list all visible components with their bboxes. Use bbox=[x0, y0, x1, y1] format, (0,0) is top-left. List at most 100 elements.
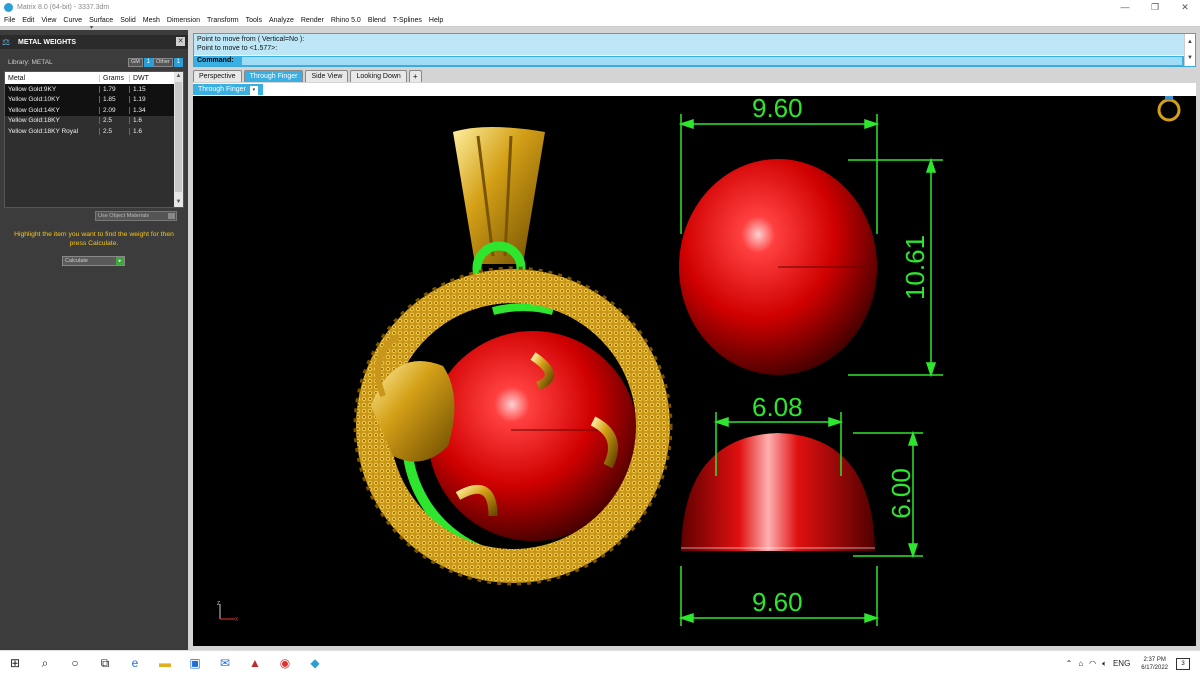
panel-close-button[interactable]: ✕ bbox=[176, 37, 185, 46]
tab-perspective[interactable]: Perspective bbox=[193, 70, 242, 82]
search-icon[interactable]: ⌕ bbox=[30, 651, 60, 675]
menu-help[interactable]: Help bbox=[429, 17, 443, 24]
menu-edit[interactable]: Edit bbox=[22, 17, 34, 24]
task-view-icon[interactable]: ⧉ bbox=[90, 651, 120, 675]
use-object-materials-toggle[interactable]: Use Object Materials bbox=[95, 211, 177, 221]
command-prompt: Command: bbox=[197, 57, 234, 64]
tab-side-view[interactable]: Side View bbox=[305, 70, 349, 82]
cell-grams: 2.09 bbox=[99, 106, 129, 114]
viewport-name: Through Finger bbox=[198, 86, 246, 93]
dim-top-width: 9.60 bbox=[752, 96, 803, 123]
menu-blend[interactable]: Blend bbox=[368, 17, 386, 24]
chevron-down-icon[interactable]: ▾ bbox=[249, 86, 258, 95]
through-finger-viewport[interactable]: 9.60 10.61 6.08 6.00 9.60 Z X bbox=[193, 96, 1196, 646]
app-icon bbox=[4, 2, 13, 12]
tab-looking-down[interactable]: Looking Down bbox=[350, 70, 407, 82]
menu-solid[interactable]: Solid bbox=[120, 17, 136, 24]
table-header: Metal Grams DWT bbox=[5, 72, 183, 84]
mail-icon[interactable]: ✉ bbox=[210, 651, 240, 675]
command-line: Command: bbox=[194, 56, 1184, 66]
table-row[interactable]: Yellow Gold:14KY 2.09 1.34 bbox=[5, 105, 183, 116]
window-title: Matrix 8.0 (64-bit) - 3337.3dm bbox=[17, 3, 110, 11]
library-label: Library: METAL bbox=[8, 59, 53, 66]
menu-tools[interactable]: Tools bbox=[246, 17, 262, 24]
menu-view[interactable]: View bbox=[41, 17, 56, 24]
table-row[interactable]: Yellow Gold:10KY 1.85 1.19 bbox=[5, 94, 183, 105]
scroll-up-icon[interactable]: ▲ bbox=[1185, 34, 1195, 50]
axis-z-label: Z bbox=[217, 601, 221, 607]
other-toggle-box[interactable]: 1 bbox=[173, 57, 183, 67]
scroll-up-icon[interactable]: ▲ bbox=[174, 72, 183, 81]
cell-dwt: 1.15 bbox=[129, 85, 169, 93]
cell-dwt: 1.6 bbox=[129, 117, 169, 125]
menu-curve[interactable]: Curve bbox=[63, 17, 82, 24]
metal-table: Metal Grams DWT Yellow Gold:9KY 1.79 1.1… bbox=[4, 71, 184, 208]
panel-header: ⚖ METAL WEIGHTS ✕ bbox=[0, 35, 188, 49]
menu-surface[interactable]: Surface bbox=[89, 17, 113, 24]
ring-navigator-icon[interactable] bbox=[1157, 98, 1181, 122]
store-icon[interactable]: ▣ bbox=[180, 651, 210, 675]
language-indicator[interactable]: ENG bbox=[1113, 659, 1130, 668]
clock-time: 2:37 PM bbox=[1143, 656, 1166, 663]
file-explorer-icon[interactable]: ▬ bbox=[150, 651, 180, 675]
scroll-down-icon[interactable]: ▼ bbox=[1185, 50, 1195, 66]
calculate-label: Calculate bbox=[65, 258, 88, 264]
clock[interactable]: 2:37 PM 6/17/2022 bbox=[1141, 656, 1168, 672]
menu-dimension[interactable]: Dimension bbox=[167, 17, 200, 24]
cell-grams: 2.5 bbox=[99, 127, 129, 135]
notification-icon[interactable]: 3 bbox=[1176, 657, 1190, 670]
dim-bottom-width: 9.60 bbox=[752, 587, 803, 617]
command-input[interactable] bbox=[242, 57, 1182, 65]
dim-height-top: 10.61 bbox=[900, 234, 931, 301]
scroll-thumb[interactable] bbox=[175, 82, 182, 192]
other-toggle-label: Other bbox=[153, 57, 173, 67]
viewport-label[interactable]: Through Finger ▾ bbox=[193, 84, 263, 95]
menu-file[interactable]: File bbox=[4, 17, 15, 24]
menu-mesh[interactable]: Mesh bbox=[143, 17, 160, 24]
close-button[interactable]: ✕ bbox=[1170, 0, 1200, 14]
volume-icon[interactable]: 🔈︎ bbox=[1102, 659, 1107, 669]
command-scrollbar[interactable]: ▲ ▼ bbox=[1184, 34, 1195, 66]
start-button[interactable]: ⊞ bbox=[0, 651, 30, 675]
maximize-button[interactable]: ❐ bbox=[1140, 0, 1170, 14]
table-row[interactable]: Yellow Gold:9KY 1.79 1.15 bbox=[5, 84, 183, 95]
instruction-text: Highlight the item you want to find the … bbox=[14, 231, 174, 247]
menu-analyze[interactable]: Analyze bbox=[269, 17, 294, 24]
axis-x-label: X bbox=[235, 617, 239, 623]
menu-render[interactable]: Render bbox=[301, 17, 324, 24]
table-scrollbar[interactable]: ▲ ▼ bbox=[174, 72, 183, 207]
cell-dwt: 1.34 bbox=[129, 106, 169, 114]
menu-rhino[interactable]: Rhino 5.0 bbox=[331, 17, 361, 24]
tab-through-finger[interactable]: Through Finger bbox=[243, 70, 304, 82]
table-row[interactable]: Yellow Gold:18KY 2.5 1.6 bbox=[5, 116, 183, 127]
network-icon[interactable]: ⌂ bbox=[1078, 659, 1083, 668]
menu-tsplines[interactable]: T-Splines bbox=[393, 17, 422, 24]
gm-toggle-box[interactable]: 1 bbox=[143, 57, 153, 67]
column-metal[interactable]: Metal bbox=[5, 75, 99, 82]
use-object-materials-checkbox[interactable] bbox=[168, 213, 175, 219]
gm-toggle[interactable]: GM 1 bbox=[128, 57, 153, 67]
other-toggle[interactable]: Other 1 bbox=[153, 57, 183, 67]
command-history bbox=[194, 34, 1184, 55]
add-tab-button[interactable]: + bbox=[408, 70, 422, 82]
wifi-icon[interactable]: ◠ bbox=[1089, 659, 1096, 668]
edge-icon[interactable]: e bbox=[120, 651, 150, 675]
cell-dwt: 1.19 bbox=[129, 96, 169, 104]
column-grams[interactable]: Grams bbox=[99, 74, 129, 82]
matrix-icon[interactable]: ◆ bbox=[300, 651, 330, 675]
command-area: Point to move from ( Vertical=No ): Poin… bbox=[193, 33, 1196, 67]
metal-weights-panel: ⚖ METAL WEIGHTS ✕ Library: METAL GM 1 Oth… bbox=[0, 30, 188, 650]
chevron-up-icon[interactable]: ⌃ bbox=[1066, 659, 1073, 668]
minimize-button[interactable]: — bbox=[1110, 0, 1140, 14]
use-object-materials-label: Use Object Materials bbox=[98, 213, 150, 219]
system-tray: ⌃ ⌂ ◠ 🔈︎ ENG 2:37 PM 6/17/2022 3 bbox=[1063, 651, 1200, 675]
cortana-icon[interactable]: ○ bbox=[60, 651, 90, 675]
menu-transform[interactable]: Transform bbox=[207, 17, 239, 24]
table-row[interactable]: Yellow Gold:18KY Royal 2.5 1.6 bbox=[5, 126, 183, 137]
scroll-down-icon[interactable]: ▼ bbox=[174, 198, 183, 207]
app-icon-red[interactable]: ▲ bbox=[240, 651, 270, 675]
calculate-button[interactable]: Calculate ▸ bbox=[62, 256, 125, 266]
dim-inner-width: 6.08 bbox=[752, 392, 803, 422]
column-dwt[interactable]: DWT bbox=[129, 74, 169, 82]
chrome-icon[interactable]: ◉ bbox=[270, 651, 300, 675]
